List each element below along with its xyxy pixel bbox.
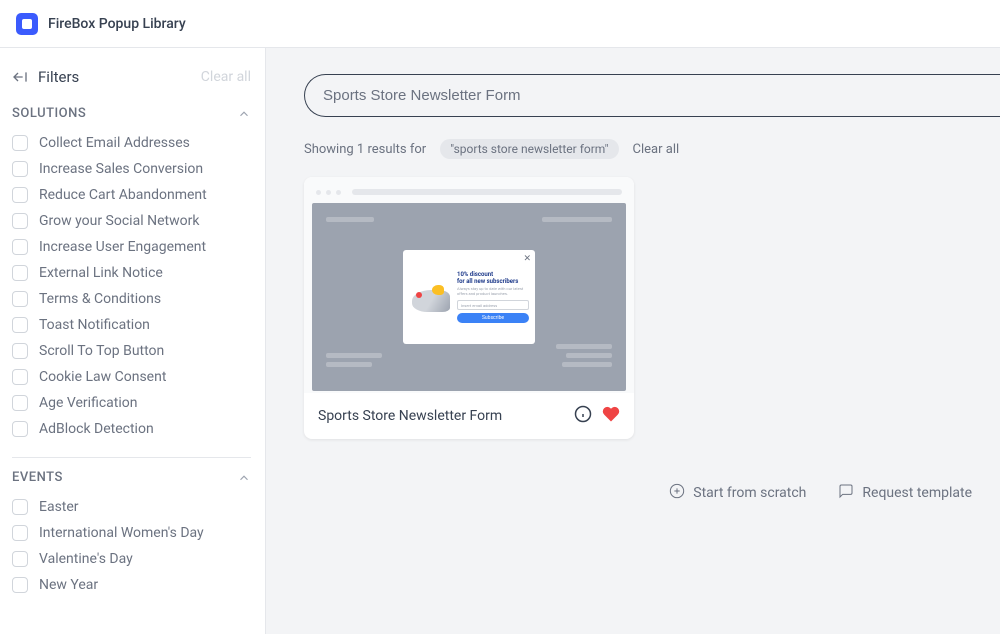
- card-preview: ✕ 10% discount for all new subscribers: [304, 177, 634, 393]
- filter-label: Terms & Conditions: [39, 291, 161, 307]
- filter-section-solutions: SOLUTIONS Collect Email Addresses Increa…: [12, 106, 251, 437]
- filter-label: Cookie Law Consent: [39, 369, 166, 385]
- clear-all-button[interactable]: Clear all: [201, 69, 251, 85]
- checkbox[interactable]: [12, 395, 28, 411]
- popup-preview: ✕ 10% discount for all new subscribers: [403, 250, 535, 344]
- action-label: Start from scratch: [693, 485, 806, 501]
- divider: [12, 457, 251, 458]
- popup-title: for all new subscribers: [457, 278, 529, 285]
- app-logo: [16, 13, 38, 35]
- request-template-button[interactable]: Request template: [838, 483, 972, 503]
- filter-label: AdBlock Detection: [39, 421, 154, 437]
- filter-label: Toast Notification: [39, 317, 150, 333]
- chevron-up-icon: [237, 107, 251, 121]
- filter-item[interactable]: Scroll To Top Button: [12, 343, 251, 359]
- checkbox[interactable]: [12, 213, 28, 229]
- filter-label: Age Verification: [39, 395, 137, 411]
- filter-label: Valentine's Day: [39, 551, 133, 567]
- action-label: Request template: [862, 485, 972, 501]
- filter-label: Easter: [39, 499, 79, 515]
- filter-item[interactable]: Collect Email Addresses: [12, 135, 251, 151]
- filter-item[interactable]: International Women's Day: [12, 525, 251, 541]
- filter-item[interactable]: Reduce Cart Abandonment: [12, 187, 251, 203]
- checkbox[interactable]: [12, 551, 28, 567]
- checkbox[interactable]: [12, 161, 28, 177]
- filter-item[interactable]: Cookie Law Consent: [12, 369, 251, 385]
- bottom-actions: Start from scratch Request template: [304, 483, 1000, 503]
- filter-label: New Year: [39, 577, 98, 593]
- section-header-events[interactable]: EVENTS: [12, 470, 251, 485]
- filter-label: Grow your Social Network: [39, 213, 199, 229]
- filter-item[interactable]: External Link Notice: [12, 265, 251, 281]
- filter-item[interactable]: New Year: [12, 577, 251, 593]
- shoe-image: [412, 282, 450, 312]
- checkbox[interactable]: [12, 421, 28, 437]
- preview-content: ✕ 10% discount for all new subscribers: [312, 203, 626, 391]
- section-title: SOLUTIONS: [12, 106, 86, 121]
- popup-sub: Always stay up to date with our latest o…: [457, 287, 529, 297]
- filter-label: Reduce Cart Abandonment: [39, 187, 207, 203]
- filters-header: Filters Clear all: [12, 68, 251, 86]
- filter-section-events: EVENTS Easter International Women's Day …: [12, 470, 251, 593]
- results-info: Showing 1 results for "sports store news…: [304, 139, 1000, 159]
- checkbox[interactable]: [12, 291, 28, 307]
- sidebar: Filters Clear all SOLUTIONS Collect Emai…: [0, 48, 266, 634]
- popup-input: Insert email address: [457, 300, 529, 310]
- checkbox[interactable]: [12, 135, 28, 151]
- comment-icon: [838, 483, 854, 503]
- filter-item[interactable]: Terms & Conditions: [12, 291, 251, 307]
- filter-item[interactable]: Toast Notification: [12, 317, 251, 333]
- results-text: Showing 1 results for: [304, 142, 426, 157]
- chevron-up-icon: [237, 471, 251, 485]
- popup-title: 10% discount: [457, 271, 529, 278]
- search-term-badge: "sports store newsletter form": [440, 139, 618, 159]
- checkbox[interactable]: [12, 343, 28, 359]
- section-header-solutions[interactable]: SOLUTIONS: [12, 106, 251, 121]
- checkbox[interactable]: [12, 265, 28, 281]
- info-icon[interactable]: [574, 405, 592, 427]
- start-from-scratch-button[interactable]: Start from scratch: [669, 483, 806, 503]
- clear-all-results-button[interactable]: Clear all: [633, 142, 680, 157]
- filter-list: Collect Email Addresses Increase Sales C…: [12, 135, 251, 437]
- browser-bar: [312, 185, 626, 199]
- section-title: EVENTS: [12, 470, 63, 485]
- filter-label: International Women's Day: [39, 525, 204, 541]
- plus-circle-icon: [669, 483, 685, 503]
- filter-item[interactable]: AdBlock Detection: [12, 421, 251, 437]
- filter-item[interactable]: Valentine's Day: [12, 551, 251, 567]
- checkbox[interactable]: [12, 369, 28, 385]
- search-input[interactable]: [304, 74, 1000, 117]
- filter-label: External Link Notice: [39, 265, 163, 281]
- filter-list: Easter International Women's Day Valenti…: [12, 499, 251, 593]
- popup-btn: Subscribe: [457, 313, 529, 323]
- filter-item[interactable]: Easter: [12, 499, 251, 515]
- main-content: Showing 1 results for "sports store news…: [266, 48, 1000, 634]
- checkbox[interactable]: [12, 317, 28, 333]
- card-title: Sports Store Newsletter Form: [318, 408, 502, 424]
- card-footer: Sports Store Newsletter Form: [304, 393, 634, 439]
- collapse-icon[interactable]: [12, 69, 28, 85]
- heart-icon[interactable]: [602, 405, 620, 427]
- checkbox[interactable]: [12, 499, 28, 515]
- filter-label: Scroll To Top Button: [39, 343, 164, 359]
- filters-label: Filters: [38, 68, 79, 86]
- filter-label: Increase User Engagement: [39, 239, 206, 255]
- filter-item[interactable]: Grow your Social Network: [12, 213, 251, 229]
- checkbox[interactable]: [12, 239, 28, 255]
- filter-label: Increase Sales Conversion: [39, 161, 203, 177]
- checkbox[interactable]: [12, 525, 28, 541]
- filter-item[interactable]: Age Verification: [12, 395, 251, 411]
- template-card[interactable]: ✕ 10% discount for all new subscribers: [304, 177, 634, 439]
- filter-item[interactable]: Increase Sales Conversion: [12, 161, 251, 177]
- filter-label: Collect Email Addresses: [39, 135, 190, 151]
- checkbox[interactable]: [12, 187, 28, 203]
- app-header: FireBox Popup Library: [0, 0, 1000, 48]
- app-title: FireBox Popup Library: [48, 16, 186, 32]
- close-icon: ✕: [523, 254, 531, 264]
- checkbox[interactable]: [12, 577, 28, 593]
- filter-item[interactable]: Increase User Engagement: [12, 239, 251, 255]
